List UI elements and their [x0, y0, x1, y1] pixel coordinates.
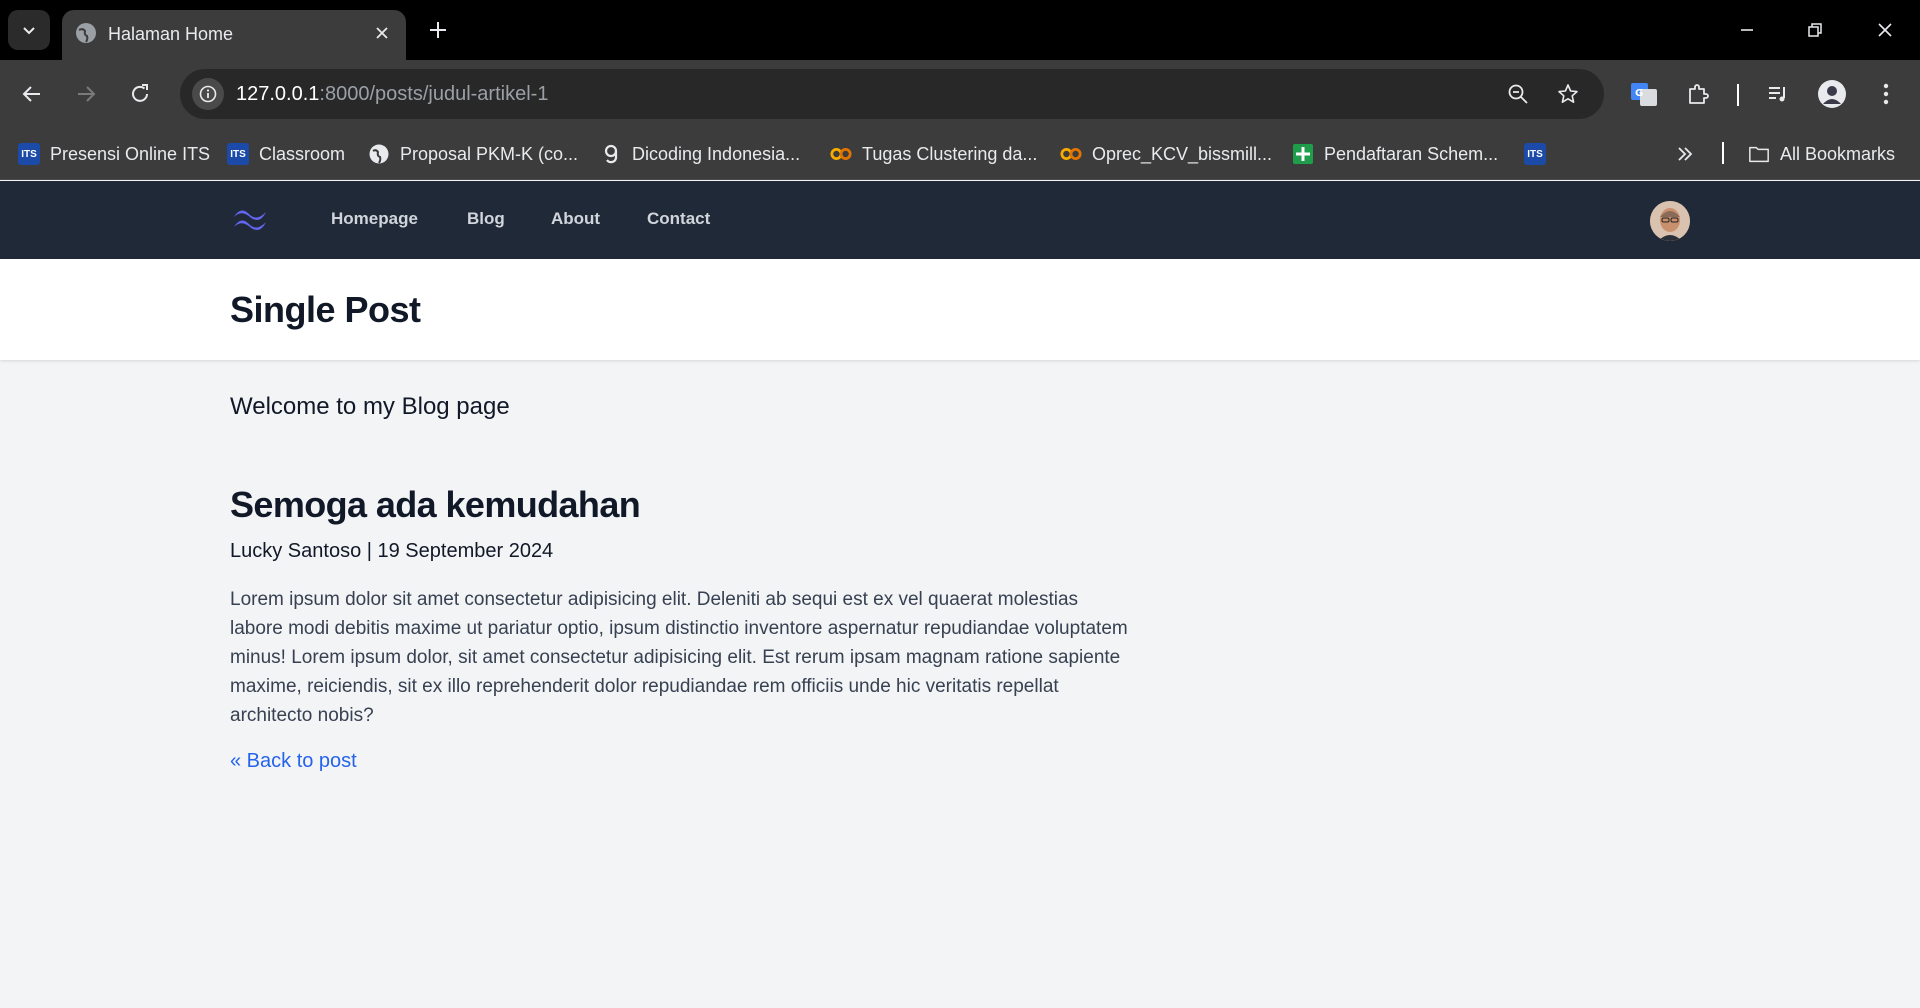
bookmark-label: Pendaftaran Schem...	[1324, 143, 1499, 164]
restore-icon	[1808, 23, 1822, 37]
post-body: Lorem ipsum dolor sit amet consectetur a…	[230, 589, 1128, 726]
profile-avatar-icon	[1818, 80, 1846, 108]
site-info-button[interactable]	[192, 78, 224, 110]
nav-link-about[interactable]: About	[551, 207, 600, 231]
tab-search-button[interactable]	[8, 10, 50, 50]
address-bar[interactable]: 127.0.0.1:8000/posts/judul-artikel-1	[180, 69, 1604, 119]
bookmark-label: Proposal PKM-K (co...	[400, 143, 579, 164]
media-control-button[interactable]	[1758, 74, 1798, 114]
welcome-text: Welcome to my Blog page	[230, 393, 510, 420]
browser-toolbar: 127.0.0.1:8000/posts/judul-artikel-1 G	[0, 60, 1920, 128]
reload-icon	[132, 84, 148, 102]
google-translate-icon: G	[1631, 83, 1657, 106]
bookmark-presensi[interactable]: ITS Presensi Online ITS	[18, 140, 210, 168]
url-path: :8000/posts/judul-artikel-1	[319, 83, 549, 105]
star-icon	[1558, 84, 1578, 103]
bookmarks-divider	[1722, 142, 1724, 164]
nav-link-contact[interactable]: Contact	[647, 207, 710, 231]
post-meta: Lucky Santoso | 19 September 2024	[230, 540, 554, 562]
menu-button[interactable]	[1866, 74, 1906, 114]
folder-icon	[1748, 143, 1770, 165]
back-button[interactable]	[12, 74, 52, 114]
arrow-right-icon	[78, 86, 96, 102]
zoom-out-icon	[1508, 84, 1528, 104]
nav-link-homepage[interactable]: Homepage	[331, 207, 418, 231]
globe-icon	[368, 143, 390, 165]
new-tab-button[interactable]	[422, 14, 454, 46]
bookmarks-bar: ITS Presensi Online ITS ITS Classroom Pr…	[0, 128, 1920, 180]
tab-close-button[interactable]	[368, 19, 396, 47]
tailwind-logo-icon[interactable]	[230, 203, 270, 235]
bookmark-star-button[interactable]	[1552, 78, 1584, 110]
minimize-button[interactable]	[1724, 10, 1770, 50]
dicoding-icon	[600, 143, 622, 165]
tab-active[interactable]: Halaman Home	[62, 10, 406, 60]
tab-title: Halaman Home	[108, 24, 234, 44]
plus-icon	[430, 22, 446, 38]
forward-button[interactable]	[66, 74, 106, 114]
chevron-down-icon	[23, 27, 35, 35]
bookmark-oprec-kcv[interactable]: Oprec_KCV_bissmill...	[1060, 140, 1272, 168]
page-title: Single Post	[230, 289, 421, 330]
its-icon: ITS	[18, 143, 40, 165]
profile-button[interactable]	[1812, 74, 1852, 114]
zoom-button[interactable]	[1502, 78, 1534, 110]
colab-icon	[830, 143, 852, 165]
toolbar-divider	[1737, 84, 1739, 106]
minimize-icon	[1741, 29, 1753, 31]
translate-button[interactable]: G	[1624, 74, 1664, 114]
site-navbar: Homepage Blog About Contact	[0, 181, 1920, 259]
back-to-post-link[interactable]: « Back to post	[230, 748, 357, 774]
close-icon	[1878, 23, 1892, 37]
bookmark-label: Oprec_KCV_bissmill...	[1092, 143, 1273, 164]
kebab-menu-icon	[1883, 83, 1889, 105]
page-header: Single Post	[0, 259, 1920, 360]
bookmark-pendaftaran[interactable]: Pendaftaran Schem...	[1292, 140, 1498, 168]
close-window-button[interactable]	[1862, 10, 1908, 50]
user-avatar[interactable]	[1650, 201, 1690, 241]
bookmark-label: Presensi Online ITS	[50, 143, 211, 164]
bookmark-proposal[interactable]: Proposal PKM-K (co...	[368, 140, 578, 168]
bookmark-its[interactable]: ITS	[1524, 140, 1556, 168]
more-bookmarks-button[interactable]	[1676, 140, 1694, 168]
bookmark-label: Tugas Clustering da...	[862, 143, 1038, 164]
bookmark-label: Classroom	[259, 143, 346, 164]
nav-link-blog[interactable]: Blog	[467, 207, 505, 231]
bookmark-label: Dicoding Indonesia...	[632, 143, 801, 164]
colab-icon	[1060, 143, 1082, 165]
restore-button[interactable]	[1792, 10, 1838, 50]
all-bookmarks-button[interactable]: All Bookmarks	[1748, 140, 1895, 168]
avatar-photo-icon	[1650, 201, 1690, 241]
bookmark-dicoding[interactable]: Dicoding Indonesia...	[600, 140, 800, 168]
globe-icon	[76, 23, 96, 43]
sheets-plus-icon	[1292, 143, 1314, 165]
url-text[interactable]: 127.0.0.1:8000/posts/judul-artikel-1	[236, 82, 548, 106]
all-bookmarks-label: All Bookmarks	[1780, 143, 1896, 164]
svg-text:G: G	[1635, 88, 1643, 99]
reload-button[interactable]	[120, 74, 160, 114]
close-icon	[376, 27, 388, 39]
double-chevron-right-icon	[1678, 147, 1693, 161]
browser-tab-bar: Halaman Home	[0, 0, 1920, 60]
puzzle-icon	[1689, 84, 1709, 104]
its-icon: ITS	[1524, 143, 1546, 165]
media-queue-icon	[1769, 87, 1785, 102]
its-icon: ITS	[227, 143, 249, 165]
url-host: 127.0.0.1	[236, 83, 320, 105]
bookmark-tugas-clustering[interactable]: Tugas Clustering da...	[830, 140, 1037, 168]
info-icon	[199, 85, 217, 103]
extensions-button[interactable]	[1678, 74, 1718, 114]
arrow-left-icon	[22, 86, 40, 102]
bookmark-classroom[interactable]: ITS Classroom	[227, 140, 345, 168]
post-title: Semoga ada kemudahan	[230, 484, 641, 525]
